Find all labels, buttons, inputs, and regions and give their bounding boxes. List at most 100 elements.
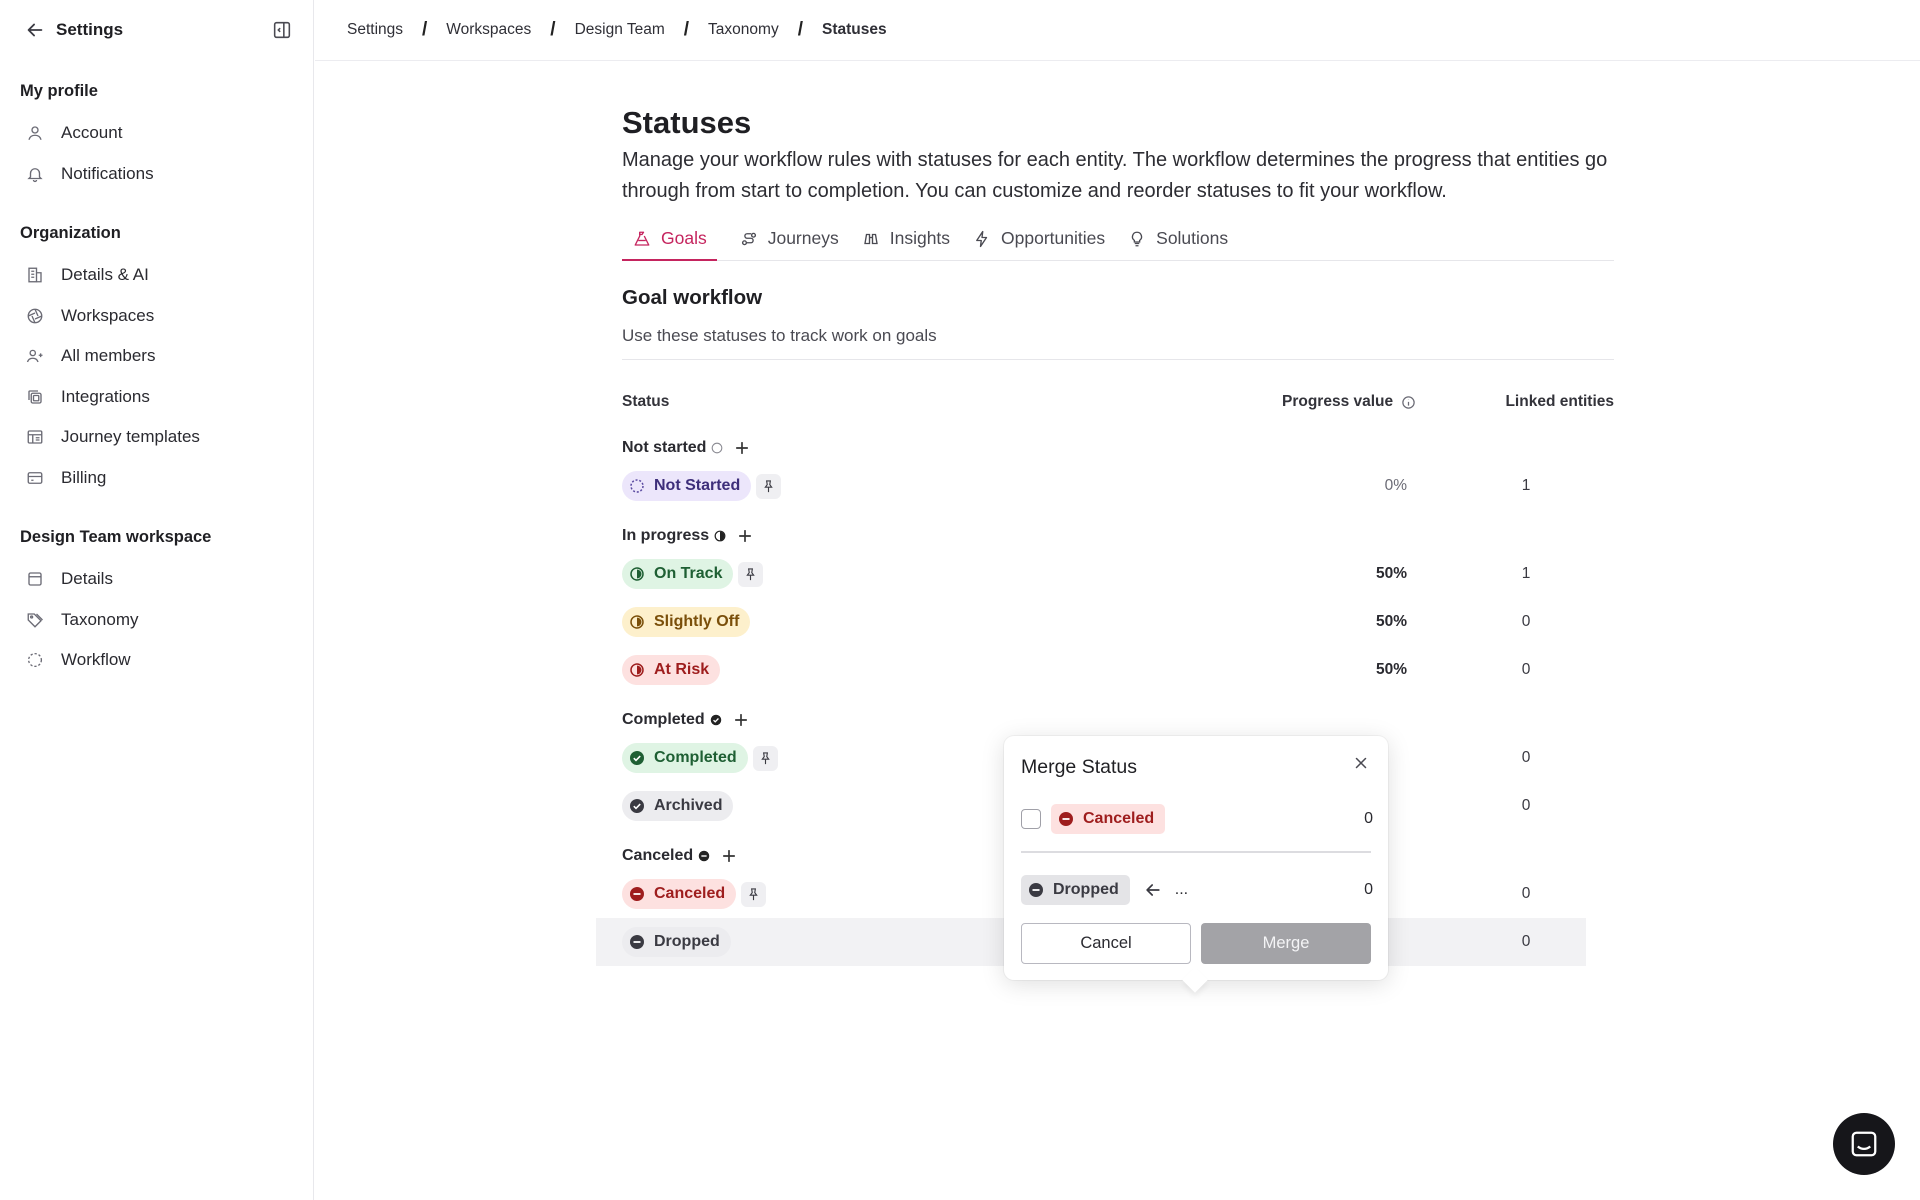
minus-circle-icon	[630, 935, 644, 949]
collapse-sidebar-icon[interactable]	[271, 19, 293, 41]
status-pill-not-started[interactable]: Not Started	[622, 471, 752, 501]
status-pill-dropped[interactable]: Dropped	[622, 927, 731, 957]
sidebar-title: Settings	[56, 20, 124, 39]
status-pill-completed[interactable]: Completed	[622, 743, 748, 773]
sidebar-item-journey-templates[interactable]: Journey templates	[20, 417, 293, 458]
sidebar-item-label: Billing	[61, 467, 107, 487]
linked-count: 0	[1521, 613, 1531, 630]
status-pill-canceled[interactable]: Canceled	[622, 879, 737, 909]
add-status-icon[interactable]	[732, 438, 752, 458]
status-pill-on-track[interactable]: On Track	[622, 559, 734, 589]
cancel-button[interactable]: Cancel	[1021, 923, 1191, 964]
page-title: Statuses	[622, 105, 752, 140]
sidebar-section-my-profile: My profile Account Notifications	[0, 82, 313, 194]
merge-source-pill: Dropped	[1021, 875, 1130, 905]
group-header-completed: Completed	[622, 706, 1614, 734]
binoculars-icon	[863, 233, 878, 245]
linked-count: 0	[1521, 749, 1531, 766]
sidebar-item-details-ai[interactable]: Details & AI	[20, 255, 293, 296]
progress-value: 50%	[1375, 661, 1407, 678]
sidebar-item-workspaces[interactable]: Workspaces	[20, 296, 293, 337]
tab-label: Goals	[661, 228, 707, 248]
status-row[interactable]: At Risk 50% 0	[622, 646, 1614, 694]
minus-circle-icon	[1029, 883, 1043, 897]
status-pill-slightly-off[interactable]: Slightly Off	[622, 607, 751, 637]
close-icon[interactable]	[1352, 754, 1370, 772]
linked-count: 1	[1521, 565, 1531, 582]
progress-value: 50%	[1375, 565, 1407, 582]
merge-target-label: Canceled	[1083, 810, 1155, 827]
tab-goals[interactable]: Goals	[622, 228, 717, 261]
chat-launcher-button[interactable]	[1833, 1113, 1895, 1175]
lightbulb-icon	[1131, 231, 1143, 247]
merge-target-checkbox[interactable]	[1021, 809, 1041, 829]
tag-icon	[27, 613, 43, 628]
status-pill-at-risk[interactable]: At Risk	[622, 655, 721, 685]
popover-divider	[1021, 851, 1371, 853]
workflow-title: Goal workflow	[622, 286, 763, 309]
breadcrumb-taxonomy[interactable]: Taxonomy	[706, 21, 781, 39]
status-row[interactable]: Slightly Off 50% 0	[622, 598, 1614, 646]
tab-label: Journeys	[767, 228, 839, 248]
sidebar-item-label: Workflow	[61, 650, 131, 670]
tab-insights[interactable]: Insights	[862, 228, 950, 261]
pin-icon[interactable]	[756, 473, 782, 499]
add-status-icon[interactable]	[731, 710, 751, 730]
journey-icon	[741, 232, 756, 246]
window-icon	[28, 572, 42, 586]
chat-icon	[1851, 1131, 1877, 1157]
sidebar-item-account[interactable]: Account	[20, 113, 293, 154]
check-circle-icon	[630, 799, 644, 813]
sidebar-section-design-team-workspace: Design Team workspace Details Taxonomy W…	[0, 528, 313, 681]
sidebar-item-label: Integrations	[61, 386, 150, 406]
pin-icon[interactable]	[752, 745, 778, 771]
building-icon	[28, 267, 42, 283]
check-circle-icon	[710, 714, 721, 726]
merge-source-row: Dropped ... 0	[1021, 875, 1373, 905]
empty-circle-icon	[712, 442, 723, 454]
sidebar-item-details[interactable]: Details	[20, 559, 293, 600]
goal-icon	[634, 231, 650, 246]
linked-count: 0	[1521, 797, 1531, 814]
breadcrumb-workspaces[interactable]: Workspaces	[444, 21, 533, 39]
minus-circle-icon	[698, 850, 710, 862]
merge-button[interactable]: Merge	[1201, 923, 1371, 964]
add-status-icon[interactable]	[719, 846, 739, 866]
sidebar-item-label: Journey templates	[61, 427, 200, 447]
tab-label: Solutions	[1156, 228, 1229, 248]
tab-label: Opportunities	[1001, 228, 1106, 248]
group-name: In progress	[622, 527, 710, 544]
tab-journeys[interactable]: Journeys	[740, 228, 839, 261]
half-circle-icon	[714, 530, 726, 542]
sidebar-item-billing[interactable]: Billing	[20, 458, 293, 499]
pin-icon[interactable]	[738, 561, 764, 587]
group-name: Not started	[622, 439, 707, 456]
info-icon[interactable]	[1401, 395, 1416, 410]
sidebar-item-label: Workspaces	[61, 305, 155, 325]
status-row[interactable]: Not Started 0% 1	[622, 462, 1614, 510]
column-header-progress: Progress value	[1282, 393, 1416, 411]
tab-opportunities[interactable]: Opportunities	[973, 228, 1105, 261]
breadcrumb-settings[interactable]: Settings	[345, 21, 405, 39]
sidebar-item-all-members[interactable]: All members	[20, 336, 293, 377]
merge-source-label: Dropped	[1053, 881, 1119, 898]
breadcrumb-design-team[interactable]: Design Team	[573, 21, 667, 39]
sidebar-item-integrations[interactable]: Integrations	[20, 377, 293, 418]
dashed-circle-icon	[27, 653, 43, 668]
status-label: Completed	[654, 749, 737, 766]
linked-count: 1	[1521, 477, 1531, 494]
linked-count: 0	[1521, 885, 1531, 902]
entity-tabs: Goals Journeys Insights Opportunities So…	[622, 228, 1614, 261]
half-circle-icon	[630, 663, 644, 677]
status-pill-archived[interactable]: Archived	[622, 791, 734, 821]
pin-icon[interactable]	[741, 881, 767, 907]
sidebar-section-organization: Organization Details & AI Workspaces All…	[0, 224, 313, 498]
sidebar-item-taxonomy[interactable]: Taxonomy	[20, 600, 293, 641]
sidebar-item-notifications[interactable]: Notifications	[20, 154, 293, 195]
back-arrow-icon[interactable]	[24, 19, 46, 41]
status-label: At Risk	[654, 661, 710, 678]
status-row[interactable]: On Track 50% 1	[622, 550, 1614, 598]
sidebar-item-workflow[interactable]: Workflow	[20, 640, 293, 681]
tab-solutions[interactable]: Solutions	[1128, 228, 1228, 261]
add-status-icon[interactable]	[735, 526, 755, 546]
